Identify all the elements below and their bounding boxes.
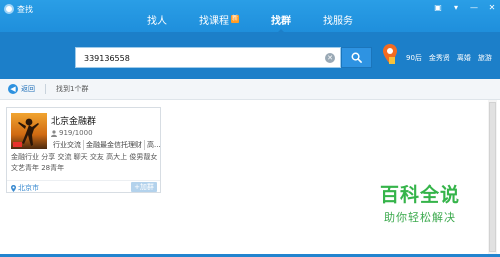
hot-search-links: 90后 金秀贤 离婚 旅游 — [406, 53, 492, 63]
tab-bar: 找人 找课程新 找群 找服务 — [0, 12, 500, 35]
group-tag: 高... — [147, 141, 161, 149]
tab-label: 找群 — [271, 16, 291, 27]
card-footer: 北京市 +加群 — [7, 180, 160, 193]
location-pin-icon — [11, 184, 16, 192]
divider — [45, 84, 46, 94]
search-input[interactable] — [84, 50, 324, 66]
watermark-subtitle: 助你轻松解决 — [384, 211, 456, 224]
hot-link[interactable]: 旅游 — [478, 53, 492, 63]
join-group-button[interactable]: +加群 — [131, 182, 157, 192]
scrollbar-thumb[interactable] — [489, 102, 496, 252]
watermark-title: 百科全说 — [379, 184, 460, 206]
tab-label: 找课程 — [198, 16, 229, 27]
member-icon — [51, 129, 57, 137]
hot-link[interactable]: 金秀贤 — [429, 53, 450, 63]
group-keywords: 金融行业 分享 交流 聊天 交友 高大上 俊男靓女 文艺青年 28青年 — [11, 153, 158, 172]
new-badge: 新 — [230, 15, 239, 23]
scrollbar[interactable] — [488, 100, 497, 254]
group-location: 北京市 — [11, 183, 39, 193]
tab-label: 找服务 — [323, 16, 353, 27]
group-result-card[interactable]: 北京金融群 919/1000 行业交流 金融最金信托理财 高... 金融行业 分… — [6, 107, 161, 193]
tab-find-course[interactable]: 找课程新 — [185, 12, 253, 32]
group-name[interactable]: 北京金融群 — [51, 114, 96, 127]
member-count-value: 919/1000 — [59, 129, 93, 137]
tab-label: 找人 — [146, 16, 167, 27]
search-icon — [351, 52, 362, 63]
group-avatar[interactable] — [11, 113, 47, 149]
hot-link[interactable]: 90后 — [406, 53, 422, 63]
map-pin-icon[interactable] — [383, 44, 397, 66]
member-count: 919/1000 — [51, 129, 93, 137]
search-button[interactable] — [341, 47, 372, 68]
back-label: 返回 — [21, 85, 35, 93]
group-tag: 行业交流 — [51, 140, 84, 150]
result-count: 找到1个群 — [56, 85, 89, 93]
search-box: ✕ — [75, 47, 341, 68]
hot-link[interactable]: 离婚 — [457, 53, 471, 63]
result-toolbar: ◀ 返回 找到1个群 — [0, 79, 500, 100]
tab-find-group[interactable]: 找群 — [257, 12, 305, 35]
back-button[interactable]: ◀ 返回 — [8, 84, 35, 94]
watermark: 百科全说 助你轻松解决 — [358, 180, 482, 230]
tab-find-service[interactable]: 找服务 — [309, 12, 367, 32]
clear-icon[interactable]: ✕ — [325, 53, 335, 63]
dancer-silhouette-icon — [13, 118, 39, 147]
group-tag: 金融最金信托理财 — [84, 140, 145, 150]
group-tags: 行业交流 金融最金信托理财 高... — [51, 140, 163, 150]
back-arrow-icon: ◀ — [8, 84, 18, 94]
tab-find-people[interactable]: 找人 — [133, 12, 181, 32]
location-label: 北京市 — [18, 184, 39, 192]
